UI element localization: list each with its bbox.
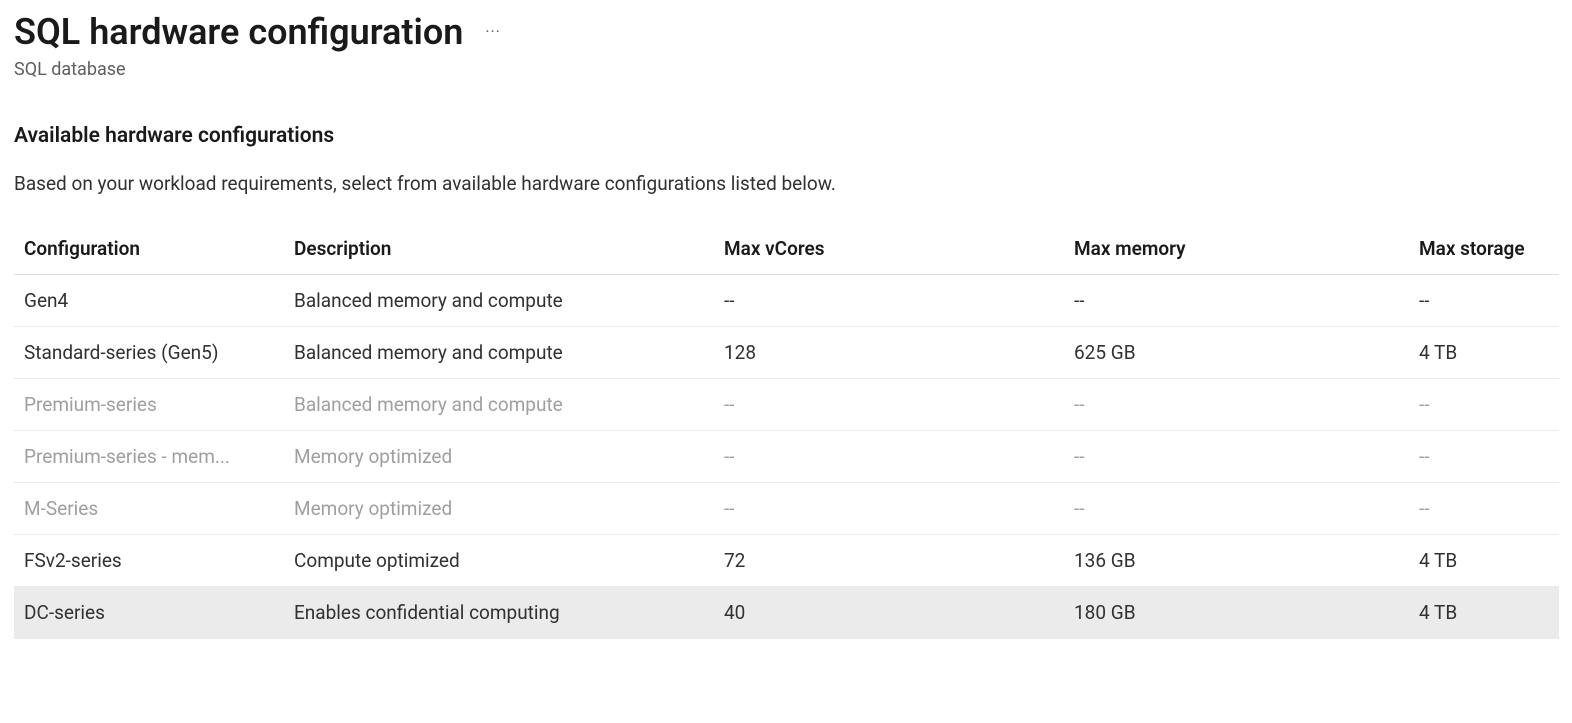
page-subtitle: SQL database [14,59,1558,80]
cell-max-storage: -- [1409,431,1559,483]
column-header-description[interactable]: Description [284,223,714,275]
cell-max-memory: 180 GB [1064,587,1409,639]
cell-description: Balanced memory and compute [284,379,714,431]
cell-description: Memory optimized [284,483,714,535]
cell-description: Compute optimized [284,535,714,587]
cell-max-storage: 4 TB [1409,535,1559,587]
cell-configuration: M-Series [14,483,284,535]
cell-description: Balanced memory and compute [284,275,714,327]
hardware-config-table: Configuration Description Max vCores Max… [14,223,1559,639]
column-header-max-vcores[interactable]: Max vCores [714,223,1064,275]
cell-configuration: Standard-series (Gen5) [14,327,284,379]
cell-description: Balanced memory and compute [284,327,714,379]
table-row[interactable]: Gen4Balanced memory and compute------ [14,275,1559,327]
table-row[interactable]: Premium-series - mem...Memory optimized-… [14,431,1559,483]
table-row[interactable]: M-SeriesMemory optimized------ [14,483,1559,535]
cell-max-storage: -- [1409,275,1559,327]
cell-max-vcores: 40 [714,587,1064,639]
cell-description: Enables confidential computing [284,587,714,639]
column-header-configuration[interactable]: Configuration [14,223,284,275]
column-header-max-memory[interactable]: Max memory [1064,223,1409,275]
cell-max-vcores: -- [714,483,1064,535]
cell-max-memory: -- [1064,431,1409,483]
cell-max-memory: 136 GB [1064,535,1409,587]
more-options-icon[interactable]: ··· [485,24,501,42]
cell-configuration: Premium-series [14,379,284,431]
column-header-max-storage[interactable]: Max storage [1409,223,1559,275]
cell-max-memory: -- [1064,483,1409,535]
section-heading: Available hardware configurations [14,124,1558,148]
cell-max-storage: 4 TB [1409,587,1559,639]
table-row[interactable]: Standard-series (Gen5)Balanced memory an… [14,327,1559,379]
section-description: Based on your workload requirements, sel… [14,172,1558,195]
cell-description: Memory optimized [284,431,714,483]
table-row[interactable]: DC-seriesEnables confidential computing4… [14,587,1559,639]
cell-max-vcores: 72 [714,535,1064,587]
cell-max-storage: 4 TB [1409,327,1559,379]
cell-max-vcores: -- [714,431,1064,483]
cell-max-memory: -- [1064,379,1409,431]
cell-max-memory: 625 GB [1064,327,1409,379]
cell-max-vcores: -- [714,275,1064,327]
cell-max-memory: -- [1064,275,1409,327]
cell-configuration: FSv2-series [14,535,284,587]
cell-configuration: Premium-series - mem... [14,431,284,483]
page-title: SQL hardware configuration [14,10,463,55]
table-row[interactable]: FSv2-seriesCompute optimized72136 GB4 TB [14,535,1559,587]
cell-configuration: Gen4 [14,275,284,327]
cell-max-vcores: 128 [714,327,1064,379]
cell-max-storage: -- [1409,483,1559,535]
table-row[interactable]: Premium-seriesBalanced memory and comput… [14,379,1559,431]
cell-max-vcores: -- [714,379,1064,431]
cell-configuration: DC-series [14,587,284,639]
cell-max-storage: -- [1409,379,1559,431]
